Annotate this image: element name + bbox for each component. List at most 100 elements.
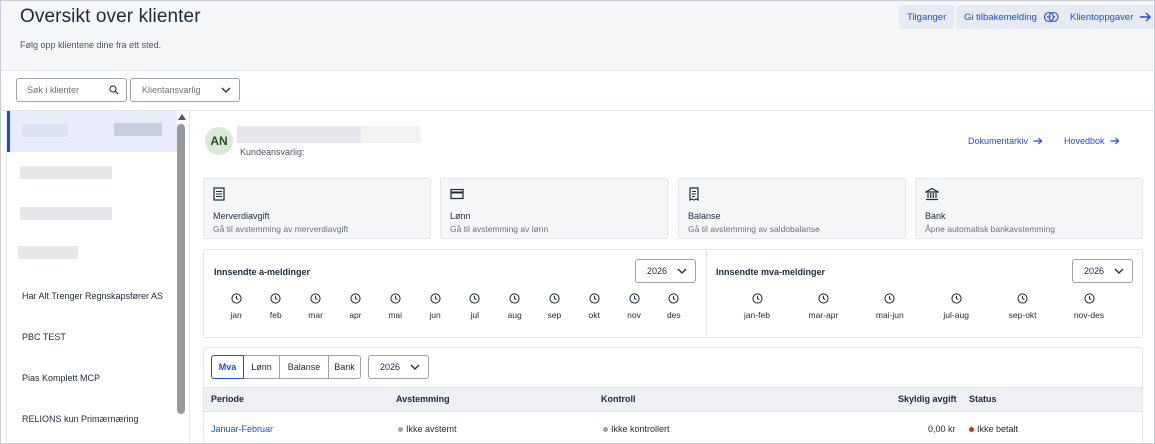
panel-divider <box>706 249 707 338</box>
column-header-control[interactable]: Kontroll <box>601 394 636 404</box>
tab-balance[interactable]: Balanse <box>279 355 329 379</box>
redacted-text <box>20 207 112 220</box>
status-dot-unpaid <box>969 426 974 432</box>
column-header-amount-due[interactable]: Skyldig avgift <box>898 394 957 404</box>
card-subtitle: Gå til avstemming av merverdiavgift <box>213 224 349 234</box>
chevron-down-icon <box>410 362 420 372</box>
clock-icon <box>417 293 453 304</box>
payment-status-text: Ikke betalt <box>977 424 1019 434</box>
document-list-icon <box>213 187 421 201</box>
client-tasks-button-label: Klientoppgaver <box>1070 11 1134 23</box>
client-list-scrollbar[interactable] <box>177 124 185 414</box>
period-label: jul-aug <box>943 310 969 320</box>
card-title: Merverdiavgift <box>213 211 270 221</box>
client-list-item[interactable]: RELIONS kun Primærnæring <box>7 398 177 439</box>
clock-icon <box>298 293 334 304</box>
a-report-month[interactable]: nov <box>616 293 652 320</box>
salary-card[interactable]: Lønn Gå til avstemming av lønn <box>440 178 668 239</box>
control-status: Ikke kontrollert <box>603 424 670 434</box>
card-title: Lønn <box>450 211 471 221</box>
status-dot <box>398 426 403 432</box>
a-report-month[interactable]: jun <box>417 293 453 320</box>
a-report-month[interactable]: feb <box>258 293 294 320</box>
vat-report-period[interactable]: jan-feb <box>732 293 782 320</box>
page-subtitle: Følg opp klientene dine fra ett sted. <box>20 40 162 50</box>
access-button[interactable]: Tilganger <box>899 5 955 29</box>
a-report-month[interactable]: mar <box>298 293 334 320</box>
amount-due: 0,00 kr <box>928 424 956 434</box>
a-report-month[interactable]: okt <box>576 293 612 320</box>
app-window: Oversikt over klienter Følg opp klienten… <box>0 0 1155 444</box>
feedback-button[interactable]: Gi tilbakemelding <box>956 5 1067 29</box>
vat-report-period[interactable]: nov-des <box>1064 293 1114 320</box>
general-ledger-link[interactable]: Hovedbok <box>1064 136 1120 146</box>
client-tasks-button[interactable]: Klientoppgaver <box>1062 5 1154 29</box>
vat-report-period[interactable]: mai-jun <box>865 293 915 320</box>
vat-report-period[interactable]: jul-aug <box>931 293 981 320</box>
client-list-item[interactable] <box>7 193 177 234</box>
arrow-right-icon <box>1033 137 1043 145</box>
period-link[interactable]: Januar-Februar <box>211 424 273 434</box>
vat-card[interactable]: Merverdiavgift Gå til avstemming av merv… <box>203 178 431 239</box>
a-report-month[interactable]: jan <box>218 293 254 320</box>
period-label: sep-okt <box>1008 310 1037 320</box>
month-label: apr <box>349 310 362 320</box>
clock-icon <box>377 293 413 304</box>
a-report-month[interactable]: apr <box>337 293 373 320</box>
clock-icon <box>798 293 848 304</box>
a-reports-year-select[interactable]: 2026 <box>635 259 696 283</box>
client-list-item[interactable]: Pias Komplett MCP <box>7 357 177 398</box>
column-header-period[interactable]: Periode <box>211 394 244 404</box>
tab-bank[interactable]: Bank <box>328 355 361 379</box>
a-report-month[interactable]: sep <box>536 293 572 320</box>
redacted-text <box>20 166 112 179</box>
tab-salary[interactable]: Lønn <box>243 355 280 379</box>
a-report-month[interactable]: aug <box>497 293 533 320</box>
a-reports-year-value: 2026 <box>647 266 668 276</box>
arrow-right-icon <box>1139 12 1152 22</box>
balance-card[interactable]: Balanse Gå til avstemming av saldobalans… <box>678 178 906 239</box>
client-search-input[interactable]: Søk i klienter <box>16 78 127 102</box>
a-report-month[interactable]: jul <box>457 293 493 320</box>
clock-icon <box>1064 293 1114 304</box>
a-report-month[interactable]: des <box>656 293 692 320</box>
clock-icon <box>536 293 572 304</box>
client-list-item[interactable]: Har Alt Trenger Regnskapsfører AS <box>7 275 177 316</box>
clock-icon <box>497 293 533 304</box>
table-year-select[interactable]: 2026 <box>368 355 429 379</box>
period-label: mar-apr <box>808 310 839 320</box>
reconciliation-status-text: Ikke avstemt <box>406 424 457 434</box>
column-header-reconciliation[interactable]: Avstemming <box>396 394 450 404</box>
bank-card[interactable]: Bank Åpne automatisk bankavstemming <box>915 178 1143 239</box>
scroll-up-arrow[interactable] <box>178 114 186 120</box>
client-responsible-placeholder: Klientansvarlig <box>142 85 201 95</box>
vat-report-period[interactable]: mar-apr <box>798 293 848 320</box>
period-label: nov-des <box>1073 310 1105 320</box>
client-list: Har Alt Trenger Regnskapsfører AS PBC TE… <box>6 111 188 443</box>
vat-reports-year-select[interactable]: 2026 <box>1072 259 1133 283</box>
client-responsible-select[interactable]: Klientansvarlig <box>130 78 240 102</box>
feedback-icon <box>1043 11 1059 23</box>
vat-report-period[interactable]: sep-okt <box>998 293 1048 320</box>
client-name: RELIONS kun Primærnæring <box>22 413 139 424</box>
period-label: mai-jun <box>875 310 904 320</box>
client-list-item-selected[interactable] <box>7 111 177 152</box>
month-label: mar <box>308 310 323 320</box>
chevron-down-icon <box>221 85 231 95</box>
month-label: okt <box>588 310 600 320</box>
month-label: feb <box>269 310 282 320</box>
client-list-item[interactable] <box>7 152 177 193</box>
tab-mva[interactable]: Mva <box>211 355 244 379</box>
client-name: PBC TEST <box>22 331 66 342</box>
document-archive-link[interactable]: Dokumentarkiv <box>968 136 1043 146</box>
client-responsible-label: Kundeansvarlig: <box>240 147 305 157</box>
table-year-value: 2026 <box>380 362 401 372</box>
client-list-item[interactable]: PBC TEST <box>7 316 177 357</box>
clock-icon <box>998 293 1048 304</box>
client-list-item[interactable] <box>7 234 177 275</box>
column-header-status[interactable]: Status <box>969 394 997 404</box>
month-label: aug <box>507 310 522 320</box>
arrow-right-icon <box>1110 137 1120 145</box>
a-report-month[interactable]: mai <box>377 293 413 320</box>
page-header: Oversikt over klienter Følg opp klienten… <box>1 1 1154 71</box>
